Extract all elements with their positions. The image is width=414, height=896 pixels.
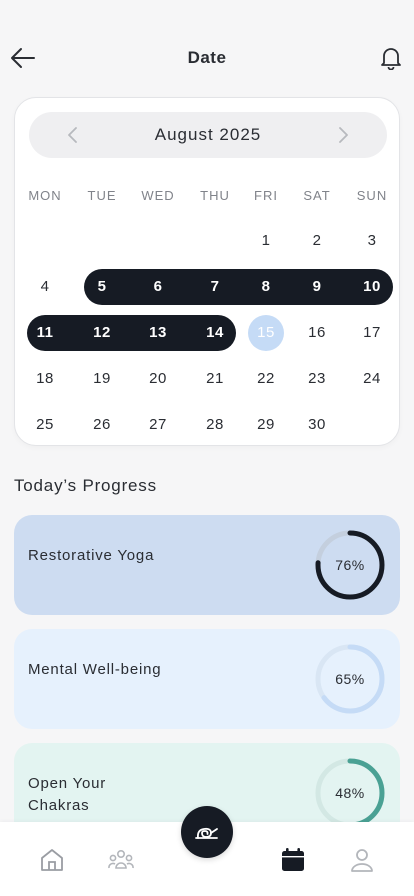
progress-percent: 65% [335, 671, 365, 687]
home-icon[interactable] [38, 846, 66, 874]
calendar-day[interactable]: 2 [299, 223, 335, 259]
calendar-day[interactable]: 14 [197, 315, 233, 351]
restorative-yoga-card[interactable]: Restorative Yoga 76% [14, 515, 400, 615]
calendar-day[interactable]: 6 [140, 269, 176, 305]
calendar-day[interactable]: 28 [197, 407, 233, 443]
calendar-day[interactable]: 19 [84, 361, 120, 397]
calendar-day[interactable]: 23 [299, 361, 335, 397]
progress-card-title: Open Your Chakras [28, 775, 107, 814]
calendar-day[interactable]: 7 [197, 269, 233, 305]
calendar-day[interactable]: 21 [197, 361, 233, 397]
calendar-day[interactable]: 8 [248, 269, 284, 305]
calendar-day[interactable]: 4 [27, 269, 63, 305]
calendar-card: August 2025 MON TUE WED THU FRI SAT SUN 123456… [14, 97, 400, 446]
selected-range-highlight [84, 269, 393, 305]
progress-card-title: Mental Well-being [28, 661, 162, 678]
calendar-day[interactable]: 25 [27, 407, 63, 443]
yoga-mat-icon [195, 827, 218, 839]
calendar-grid: 1 2 3 4 5 6 7 8 9 10 11 12 13 14 15 16 17 18 19 20 21 22 23 24 2… [15, 98, 401, 447]
mental-wellbeing-card[interactable]: Mental Well-being 65% [14, 629, 400, 729]
calendar-day[interactable]: 12 [84, 315, 120, 351]
calendar-day[interactable]: 20 [140, 361, 176, 397]
calendar-day[interactable]: 26 [84, 407, 120, 443]
calendar-day[interactable]: 13 [140, 315, 176, 351]
calendar-day[interactable]: 9 [299, 269, 335, 305]
calendar-day[interactable]: 17 [354, 315, 390, 351]
calendar-day[interactable]: 3 [354, 223, 390, 259]
progress-percent: 76% [335, 557, 365, 573]
progress-card-title: Restorative Yoga [28, 547, 155, 564]
top-bar: Date [0, 36, 414, 80]
community-icon[interactable] [107, 846, 135, 874]
calendar-day[interactable]: 24 [354, 361, 390, 397]
bell-icon[interactable] [380, 46, 402, 70]
calendar-day[interactable]: 5 [84, 269, 120, 305]
calendar-day[interactable]: 1 [248, 223, 284, 259]
calendar-day[interactable]: 29 [248, 407, 284, 443]
calendar-icon[interactable] [279, 846, 307, 874]
page-title: Date [187, 48, 227, 67]
calendar-day[interactable]: 16 [299, 315, 335, 351]
calendar-day[interactable]: 27 [140, 407, 176, 443]
calendar-day[interactable]: 22 [248, 361, 284, 397]
calendar-day[interactable]: 30 [299, 407, 335, 443]
profile-icon[interactable] [348, 846, 376, 874]
progress-percent: 48% [335, 785, 365, 801]
calendar-day[interactable]: 18 [27, 361, 63, 397]
yoga-mat-button[interactable] [181, 806, 233, 858]
calendar-day[interactable]: 11 [27, 315, 63, 351]
section-title: Today’s Progress [14, 476, 157, 495]
calendar-day[interactable]: 10 [354, 269, 390, 305]
calendar-day[interactable]: 15 [248, 315, 284, 351]
